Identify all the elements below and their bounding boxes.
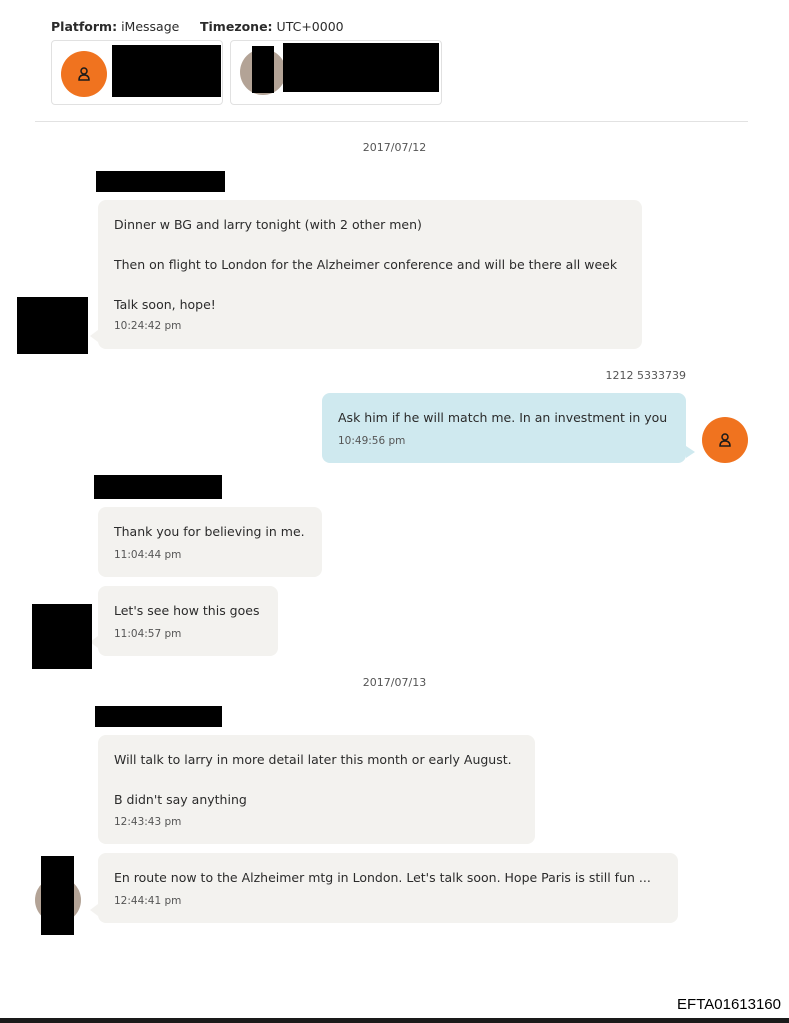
message-bubble[interactable]: Dinner w BG and larry tonight (with 2 ot… [98,200,642,349]
bubble-tail [686,446,695,458]
sender-avatar-redacted [17,297,88,354]
date-separator: 2017/07/12 [362,141,427,154]
sender-avatar-redacted [32,604,92,669]
bubble-tail [90,330,98,342]
message-time: 10:49:56 pm [338,435,406,447]
person-icon [719,433,731,447]
message-text: Thank you for believing in me. [114,524,305,539]
message-text: B didn't say anything [114,792,247,807]
date-separator: 2017/07/13 [362,676,427,689]
platform-value: iMessage [121,19,180,34]
participant-avatar [61,51,107,97]
person-icon [78,67,90,81]
message-time: 10:24:42 pm [114,320,182,332]
sender-avatar [702,417,748,463]
sender-phone: 1212 5333739 [605,369,686,382]
sender-avatar-redacted [41,856,74,935]
message-time: 11:04:44 pm [114,549,182,561]
message-bubble[interactable]: En route now to the Alzheimer mtg in Lon… [98,853,678,923]
participant-name-redacted [283,43,439,92]
message-text: Ask him if he will match me. In an inves… [338,410,668,425]
message-text: En route now to the Alzheimer mtg in Lon… [114,870,651,885]
message-text: Will talk to larry in more detail later … [114,752,512,767]
message-text: Then on flight to London for the Alzheim… [114,257,618,272]
timezone-label: Timezone: [200,19,273,34]
sender-name-redacted [95,706,222,727]
document-id: EFTA01613160 [677,996,781,1013]
message-time: 11:04:57 pm [114,628,182,640]
participant-name-redacted [112,45,221,97]
timezone-value: UTC+0000 [276,19,344,34]
message-bubble[interactable]: Will talk to larry in more detail later … [98,735,535,844]
sender-name-redacted [96,171,225,192]
participant-card-1[interactable] [51,40,223,105]
message-text: Talk soon, hope! [114,297,216,312]
message-bubble-sent[interactable]: Ask him if he will match me. In an inves… [322,393,686,463]
message-time: 12:43:43 pm [114,816,182,828]
platform-label: Platform: [51,19,118,34]
message-text: Let's see how this goes [114,603,260,618]
participant-card-2[interactable] [230,40,442,105]
message-text: Dinner w BG and larry tonight (with 2 ot… [114,217,422,232]
sender-name-redacted [94,475,222,499]
bottom-bar [0,1018,789,1023]
platform-info: Platform: iMessage [51,19,179,34]
message-time: 12:44:41 pm [114,895,182,907]
bubble-tail [90,904,98,916]
header-divider [35,121,748,122]
timezone-info: Timezone: UTC+0000 [200,19,344,34]
avatar-redaction [252,46,274,93]
message-bubble[interactable]: Thank you for believing in me. 11:04:44 … [98,507,322,577]
message-bubble[interactable]: Let's see how this goes 11:04:57 pm [98,586,278,656]
